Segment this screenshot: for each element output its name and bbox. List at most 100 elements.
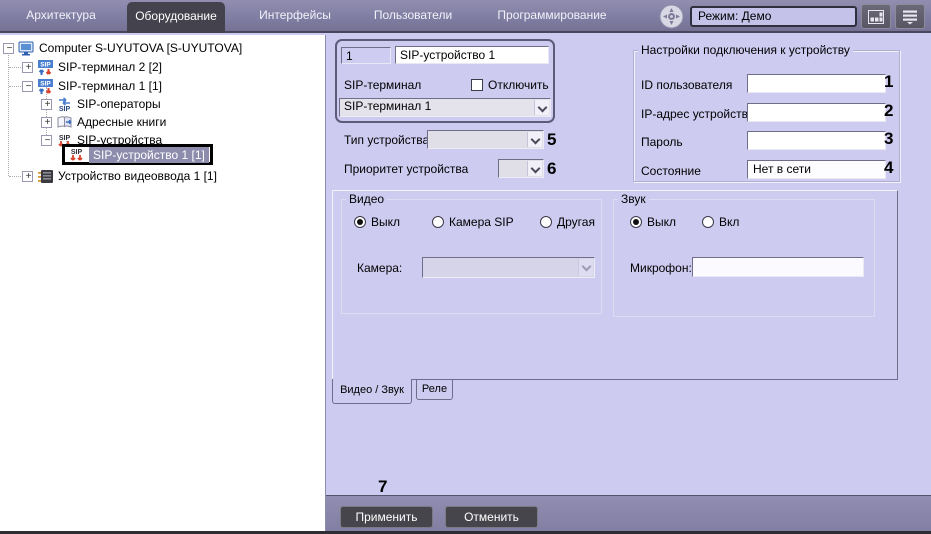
- menu-architecture[interactable]: Архитектура: [20, 0, 102, 31]
- expander-plus-icon[interactable]: [41, 116, 53, 128]
- state-label: Состояние: [641, 164, 701, 178]
- chevron-down-icon[interactable]: [527, 161, 542, 176]
- tree-connector: [8, 49, 9, 176]
- connection-settings-group: Настройки подключения к устройству ID по…: [633, 43, 900, 182]
- sip-operators-icon: SIP: [59, 96, 71, 112]
- callout-5: 5: [547, 130, 557, 149]
- tree-item-sip-device-1-annotation-box[interactable]: SIP SIP-устройство 1 [1]: [62, 144, 213, 165]
- expander-plus-icon[interactable]: [41, 98, 53, 110]
- device-type-label: Тип устройства: [344, 133, 430, 147]
- microphone-field[interactable]: [692, 257, 864, 277]
- apply-button[interactable]: Применить: [340, 506, 433, 528]
- svg-text:SIP: SIP: [59, 135, 71, 142]
- tree-item-video-capture[interactable]: Устройство видеоввода 1 [1]: [22, 167, 217, 185]
- tree-item-label: SIP-терминал 2 [2]: [58, 60, 162, 74]
- menubar: Архитектура Оборудование Интерфейсы Поль…: [0, 0, 931, 33]
- tab-video-sound[interactable]: Видео / Звук: [332, 379, 412, 404]
- video-other-radio-item[interactable]: Другая: [540, 215, 595, 229]
- tree-item-address-books[interactable]: Адресные книги: [41, 113, 166, 131]
- video-sip-camera-label: Камера SIP: [449, 215, 514, 229]
- parent-type-label: SIP-терминал: [344, 78, 422, 92]
- video-off-label: Выкл: [371, 215, 401, 229]
- video-sound-tab-page: Видео Выкл Камера SIP Другая Камера: Зву…: [332, 190, 898, 380]
- expander-minus-icon[interactable]: [3, 42, 15, 54]
- state-value-field: Нет в сети: [747, 160, 886, 179]
- disable-checkbox-item[interactable]: Отключить: [471, 78, 549, 92]
- expander-minus-icon[interactable]: [22, 80, 34, 92]
- callout-3: 3: [884, 129, 894, 148]
- menu-lines-button[interactable]: [895, 4, 925, 29]
- password-field[interactable]: [747, 131, 886, 150]
- tree-item-computer[interactable]: Computer S-UYUTOVA [S-UYUTOVA]: [3, 39, 242, 57]
- sip-terminal-icon: SIP: [38, 59, 53, 75]
- object-name-field[interactable]: [395, 46, 549, 64]
- tree-item-sip-terminal-2[interactable]: SIP SIP-терминал 2 [2]: [22, 58, 162, 76]
- tree-item-sip-device-1-selected[interactable]: SIP-устройство 1 [1]: [89, 146, 209, 163]
- radio-icon[interactable]: [540, 216, 552, 228]
- callout-7: 7: [378, 477, 388, 496]
- tree-item-sip-terminal-1[interactable]: SIP SIP-терминал 1 [1]: [22, 77, 162, 95]
- sip-device-icon: SIP: [70, 149, 83, 161]
- chevron-down-icon[interactable]: [527, 132, 542, 147]
- svg-text:SIP: SIP: [71, 149, 83, 156]
- expander-minus-icon[interactable]: [41, 134, 53, 146]
- radio-icon[interactable]: [432, 216, 444, 228]
- video-off-radio-item[interactable]: Выкл: [354, 215, 400, 229]
- sound-off-label: Выкл: [647, 215, 677, 229]
- svg-text:SIP: SIP: [59, 106, 71, 112]
- svg-text:SIP: SIP: [40, 61, 51, 68]
- video-capture-device-icon: [38, 169, 53, 183]
- parent-select-value: SIP-терминал 1: [344, 99, 432, 113]
- tree-item-sip-operators[interactable]: SIP SIP-операторы: [41, 95, 161, 113]
- object-id-field[interactable]: [341, 47, 391, 64]
- expander-plus-icon[interactable]: [22, 170, 34, 182]
- device-priority-select[interactable]: [498, 159, 544, 178]
- address-book-icon: [57, 115, 72, 128]
- chevron-down-icon[interactable]: [534, 100, 549, 115]
- user-id-field[interactable]: [747, 74, 886, 93]
- tree-connector: [9, 67, 21, 68]
- svg-text:SIP: SIP: [40, 80, 51, 87]
- video-group-title: Видео: [346, 192, 388, 206]
- ip-address-label: IP-адрес устройства: [641, 107, 755, 121]
- sip-terminal-icon: SIP: [38, 78, 53, 94]
- menu-equipment[interactable]: Оборудование: [127, 2, 225, 33]
- tree-connector: [9, 86, 21, 87]
- menu-lines-icon: [903, 10, 917, 24]
- parent-select[interactable]: SIP-терминал 1: [339, 98, 551, 117]
- expander-plus-icon[interactable]: [22, 61, 34, 73]
- gear-icon[interactable]: [659, 4, 684, 29]
- identity-group: SIP-терминал Отключить SIP-терминал 1: [335, 39, 555, 123]
- video-group: Видео Выкл Камера SIP Другая Камера:: [341, 192, 602, 314]
- radio-checked-icon[interactable]: [630, 216, 642, 228]
- menu-interfaces[interactable]: Интерфейсы: [248, 0, 342, 31]
- password-label: Пароль: [641, 135, 683, 149]
- disable-checkbox[interactable]: [471, 79, 483, 91]
- device-type-select[interactable]: [427, 130, 544, 149]
- tree-item-label: Адресные книги: [77, 115, 167, 129]
- radio-icon[interactable]: [702, 216, 714, 228]
- app-window: Архитектура Оборудование Интерфейсы Поль…: [0, 0, 931, 534]
- sound-off-radio-item[interactable]: Выкл: [630, 215, 676, 229]
- tab-relay[interactable]: Реле: [416, 380, 453, 400]
- user-id-label: ID пользователя: [641, 78, 733, 92]
- tree-item-label: SIP-терминал 1 [1]: [58, 79, 162, 93]
- tree-connector: [9, 176, 21, 177]
- camera-label: Камера:: [357, 261, 403, 275]
- mode-field[interactable]: Режим: Демо: [690, 6, 857, 27]
- video-sip-camera-radio-item[interactable]: Камера SIP: [432, 215, 514, 229]
- callout-4: 4: [884, 158, 894, 177]
- sound-on-radio-item[interactable]: Вкл: [702, 215, 739, 229]
- callout-6: 6: [547, 159, 557, 178]
- cancel-button[interactable]: Отменить: [445, 506, 538, 528]
- radio-checked-icon[interactable]: [354, 216, 366, 228]
- sound-group: Звук Выкл Вкл Микрофон:: [613, 192, 875, 317]
- camera-select[interactable]: [422, 257, 595, 278]
- layout-grid-button[interactable]: [861, 4, 891, 29]
- ip-address-field[interactable]: [747, 103, 886, 122]
- menu-programming[interactable]: Программирование: [487, 0, 617, 31]
- chevron-down-icon: [578, 259, 593, 276]
- sound-on-label: Вкл: [719, 215, 740, 229]
- device-tree: Computer S-UYUTOVA [S-UYUTOVA] SIP SIP-т…: [0, 35, 326, 531]
- menu-users[interactable]: Пользователи: [366, 0, 460, 31]
